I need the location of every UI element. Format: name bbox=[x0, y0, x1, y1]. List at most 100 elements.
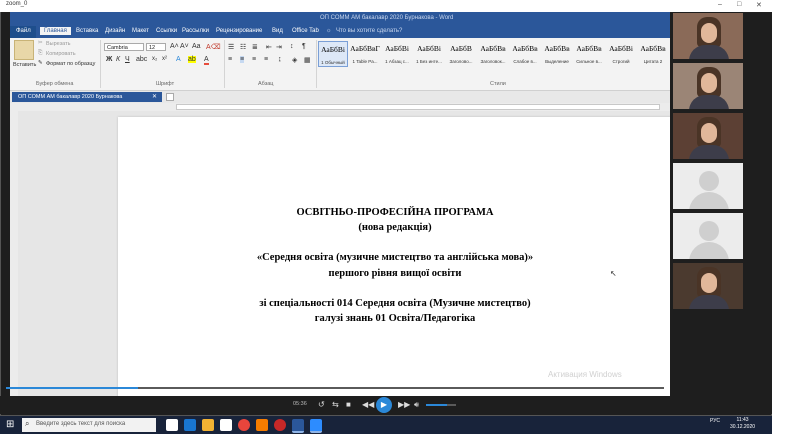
new-tab-button[interactable] bbox=[166, 93, 174, 101]
minimize-icon[interactable]: – bbox=[718, 1, 722, 8]
tab-references[interactable]: Ссылки bbox=[156, 28, 177, 34]
participant-video-tile[interactable] bbox=[672, 112, 744, 160]
participant-video-tile[interactable] bbox=[672, 262, 744, 310]
font-name-box[interactable]: Cambria bbox=[104, 43, 144, 51]
copy-icon[interactable]: ⎘ bbox=[38, 50, 42, 57]
tab-insert[interactable]: Вставка bbox=[76, 28, 98, 34]
tab-home[interactable]: Главная bbox=[40, 27, 71, 35]
document-tab[interactable]: ОП СОММ АМ бакалавр 2020 Бурнакова ✕ bbox=[12, 92, 162, 102]
style-item[interactable]: АаБбВі 1 Абзац с... bbox=[382, 41, 412, 67]
bullets-icon[interactable]: ☰ bbox=[228, 43, 234, 51]
loop-icon[interactable]: ⇆ bbox=[332, 400, 339, 409]
style-item[interactable]: АаБбВ Заголово... bbox=[446, 41, 476, 67]
sort-icon[interactable]: ↕ bbox=[290, 43, 294, 50]
windows-start-icon[interactable]: ⊞ bbox=[6, 419, 18, 431]
borders-icon[interactable]: ▦ bbox=[304, 56, 311, 64]
style-item[interactable]: АаБбВв Выделение bbox=[542, 41, 572, 67]
document-page[interactable]: ОСВІТНЬО-ПРОФЕСІЙНА ПРОГРАМА (нова редак… bbox=[118, 117, 670, 396]
fast-forward-icon[interactable]: ▶▶ bbox=[398, 400, 410, 409]
align-left-icon[interactable]: ≡ bbox=[228, 56, 232, 63]
style-preview: АаБбВв bbox=[512, 44, 538, 53]
underline-icon[interactable]: Ч bbox=[125, 56, 130, 63]
play-button[interactable]: ▶ bbox=[376, 397, 392, 413]
style-item[interactable]: АаБбВв Заголовок... bbox=[478, 41, 508, 67]
store-icon[interactable] bbox=[220, 419, 232, 431]
cut-button[interactable]: Вырезать bbox=[46, 41, 70, 47]
format-painter-button[interactable]: Формат по образцу bbox=[46, 61, 95, 67]
zoom-title: zoom_0 bbox=[6, 1, 28, 7]
word-taskbar-icon[interactable] bbox=[292, 419, 304, 433]
style-item[interactable]: АаБбВвГ 1 Table Pa... bbox=[350, 41, 380, 67]
justify-icon[interactable]: ≡ bbox=[264, 56, 268, 63]
numbering-icon[interactable]: ☷ bbox=[240, 43, 246, 51]
rewind-icon[interactable]: ◀◀ bbox=[362, 400, 374, 409]
style-item[interactable]: АаБбВі 1 Обычный bbox=[318, 41, 348, 67]
pilcrow-icon[interactable]: ¶ bbox=[302, 43, 306, 50]
increase-indent-icon[interactable]: ⇥ bbox=[276, 43, 282, 51]
taskbar-search[interactable]: ⌕ Введите здесь текст для поиска bbox=[22, 418, 156, 432]
paste-button[interactable]: Вставить bbox=[13, 62, 36, 68]
tab-design[interactable]: Дизайн bbox=[105, 28, 125, 34]
tab-office-tab[interactable]: Office Tab bbox=[292, 28, 319, 34]
maximize-icon[interactable]: □ bbox=[737, 1, 741, 8]
tab-review[interactable]: Рецензирование bbox=[216, 28, 262, 34]
align-right-icon[interactable]: ≡ bbox=[252, 56, 256, 63]
zoom-taskbar-icon[interactable] bbox=[310, 419, 322, 433]
tab-mailings[interactable]: Рассылки bbox=[182, 28, 209, 34]
participant-video-tile[interactable] bbox=[672, 62, 744, 110]
styles-gallery: АаБбВі 1 Обычный АаБбВвГ 1 Table Pa... АаБбВ… bbox=[318, 38, 670, 78]
change-case-icon[interactable]: Aa bbox=[192, 43, 201, 50]
multilevel-list-icon[interactable]: ≣ bbox=[252, 43, 258, 51]
tell-me-box[interactable]: Что вы хотите сделать? bbox=[336, 28, 402, 34]
close-icon[interactable]: ✕ bbox=[756, 1, 762, 9]
copy-button[interactable]: Копировать bbox=[46, 51, 76, 57]
tab-file[interactable]: Файл bbox=[10, 26, 36, 38]
opera-icon[interactable] bbox=[274, 419, 286, 431]
tray-clock[interactable]: 11:43 30.12.2020 bbox=[730, 417, 755, 431]
avatar-head-icon bbox=[699, 221, 719, 241]
strikethrough-icon[interactable]: abc bbox=[136, 56, 147, 63]
font-color-icon[interactable]: A bbox=[204, 56, 209, 65]
text-effects-icon[interactable]: A bbox=[176, 56, 181, 63]
file-explorer-icon[interactable] bbox=[202, 419, 214, 431]
style-item[interactable]: АаБбВв Сильное в... bbox=[574, 41, 604, 67]
highlight-icon[interactable]: ab bbox=[188, 56, 196, 63]
stop-icon[interactable]: ■ bbox=[346, 400, 351, 409]
subscript-icon[interactable]: x₂ bbox=[152, 56, 157, 62]
grow-font-icon[interactable]: A˄ bbox=[170, 43, 179, 50]
close-tab-icon[interactable]: ✕ bbox=[152, 92, 157, 102]
format-painter-icon[interactable]: ✎ bbox=[38, 60, 43, 66]
doc-level: першого рівня вищої освіти bbox=[328, 268, 462, 279]
paste-icon[interactable] bbox=[14, 40, 34, 60]
cut-icon[interactable]: ✂ bbox=[38, 40, 43, 46]
clear-format-icon[interactable]: A⌫ bbox=[206, 43, 221, 51]
volume-icon[interactable]: 🔊︎ bbox=[414, 400, 419, 410]
superscript-icon[interactable]: x² bbox=[162, 56, 167, 62]
task-view-icon[interactable] bbox=[166, 419, 178, 431]
font-size-box[interactable]: 12 bbox=[146, 43, 166, 51]
participant-video-tile[interactable] bbox=[672, 12, 744, 60]
shrink-font-icon[interactable]: A˅ bbox=[180, 43, 189, 50]
style-item[interactable]: АаБбВв Цитата 2 bbox=[638, 41, 668, 67]
replay-icon[interactable]: ↺ bbox=[318, 400, 325, 409]
participant-avatar-tile[interactable] bbox=[672, 212, 744, 260]
tab-layout[interactable]: Макет bbox=[132, 28, 149, 34]
participant-avatar-tile[interactable] bbox=[672, 162, 744, 210]
line-spacing-icon[interactable]: ↨ bbox=[278, 56, 282, 63]
style-item[interactable]: АаБбВі Строгий bbox=[606, 41, 636, 67]
tab-view[interactable]: Вид bbox=[272, 28, 283, 34]
style-item[interactable]: АаБбВі 1 Без инте... bbox=[414, 41, 444, 67]
align-center-icon[interactable]: ≡ bbox=[240, 56, 245, 63]
ruler-text-area bbox=[176, 104, 660, 110]
bold-icon[interactable]: Ж bbox=[106, 56, 112, 63]
italic-icon[interactable]: К bbox=[116, 56, 120, 63]
style-item[interactable]: АаБбВв Слабое в... bbox=[510, 41, 540, 67]
shading-icon[interactable]: ◈ bbox=[292, 56, 297, 64]
language-indicator[interactable]: РУС bbox=[710, 418, 720, 424]
app-icon[interactable] bbox=[256, 419, 268, 431]
chrome-icon[interactable] bbox=[238, 419, 250, 431]
lightbulb-icon[interactable]: ☼ bbox=[326, 28, 332, 34]
decrease-indent-icon[interactable]: ⇤ bbox=[266, 43, 272, 51]
edge-icon[interactable] bbox=[184, 419, 196, 431]
word-titlebar: ОП СОММ АМ бакалавр 2020 Бурнакова - Wor… bbox=[10, 12, 670, 26]
